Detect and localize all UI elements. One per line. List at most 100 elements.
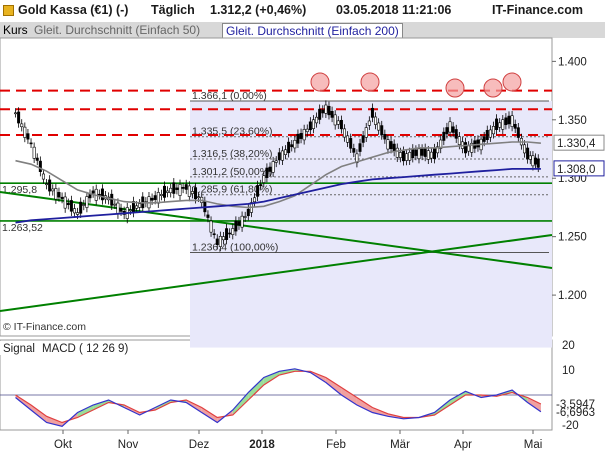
candle-body xyxy=(268,166,272,172)
candle-body xyxy=(159,194,163,196)
candle-body xyxy=(327,105,331,116)
candle-body xyxy=(128,209,132,212)
candle-body xyxy=(221,236,225,241)
fibonacci-label: 1.301,2 (50,00%) xyxy=(192,166,273,178)
candle-body xyxy=(302,129,306,141)
candle-body xyxy=(69,200,73,212)
candle-body xyxy=(252,197,256,203)
candle-body xyxy=(523,144,527,154)
candle-body xyxy=(166,190,170,193)
candle-body xyxy=(51,188,55,192)
y-tick-label: 1.200 xyxy=(558,290,587,302)
candle-body xyxy=(178,184,182,196)
candle-body xyxy=(364,127,368,138)
candle-body xyxy=(336,120,340,125)
candle-body xyxy=(79,201,83,214)
candle-body xyxy=(451,126,455,133)
top-marker xyxy=(483,78,503,98)
candle-body xyxy=(352,148,356,153)
candle-body xyxy=(299,133,303,139)
candle-body xyxy=(445,127,449,135)
candle-body xyxy=(513,123,517,129)
candle-body xyxy=(321,109,325,114)
candle-body xyxy=(423,148,427,157)
candle-body xyxy=(225,228,229,240)
fibonacci-label: 1.316,5 (38,20%) xyxy=(192,148,273,160)
macd-value: -6,6963 xyxy=(556,407,595,419)
candle-body xyxy=(380,125,384,136)
candle-body xyxy=(271,161,275,173)
candle-body xyxy=(377,122,381,131)
candle-body xyxy=(256,185,260,197)
candle-body xyxy=(119,208,123,212)
candle-body xyxy=(330,111,334,118)
chart-canvas: 1.366,1 (0,00%)1.335,5 (23,60%)1.316,5 (… xyxy=(0,37,605,451)
candle-body xyxy=(231,228,235,235)
candle-body xyxy=(349,138,353,149)
candle-body xyxy=(175,187,179,190)
candle-body xyxy=(367,120,371,126)
y-tick-label: 1.400 xyxy=(558,56,587,68)
candle-body xyxy=(60,196,64,199)
candle-body xyxy=(467,145,471,152)
candle-body xyxy=(63,196,67,209)
watermark: © IT-Finance.com xyxy=(3,321,86,333)
candle-body xyxy=(197,196,201,198)
candle-body xyxy=(135,205,139,209)
candle-body xyxy=(206,214,210,218)
candle-body xyxy=(72,208,76,214)
x-tick-label: Nov xyxy=(118,439,139,451)
sma50-value: 1.330,4 xyxy=(557,138,596,150)
candle-body xyxy=(215,238,219,245)
candle-body xyxy=(395,147,399,158)
x-tick-label: 2018 xyxy=(249,439,275,451)
candle-body xyxy=(333,114,337,126)
candle-body xyxy=(32,146,36,159)
candle-body xyxy=(243,216,247,218)
candle-body xyxy=(386,139,390,150)
candle-body xyxy=(401,150,405,162)
candle-body xyxy=(181,187,185,189)
candle-body xyxy=(324,104,328,114)
candle-body xyxy=(240,215,244,228)
candle-body xyxy=(85,196,89,208)
candle-body xyxy=(14,112,18,115)
candle-body xyxy=(315,116,319,124)
candle-body xyxy=(35,157,39,161)
candle-body xyxy=(516,127,520,138)
x-tick-label: Okt xyxy=(54,439,73,451)
candle-body xyxy=(138,203,142,208)
candle-body xyxy=(389,141,393,149)
top-marker xyxy=(310,72,330,92)
candle-body xyxy=(169,187,173,194)
candle-body xyxy=(296,133,300,144)
candle-body xyxy=(26,133,30,140)
candle-body xyxy=(442,131,446,141)
candle-body xyxy=(100,188,104,201)
candle-body xyxy=(426,150,430,160)
candle-body xyxy=(429,151,433,159)
candle-body xyxy=(82,204,86,206)
y-tick-label: 1.350 xyxy=(558,115,587,127)
candle-body xyxy=(280,150,284,161)
macd-y-tick: -20 xyxy=(562,420,579,432)
candle-body xyxy=(398,152,402,158)
candle-body xyxy=(116,202,120,215)
x-tick-label: Apr xyxy=(454,439,472,451)
candle-body xyxy=(17,111,21,124)
candle-body xyxy=(501,119,505,130)
macd-y-tick: 20 xyxy=(562,340,575,352)
candle-body xyxy=(339,119,343,130)
candle-body xyxy=(488,129,492,138)
candle-body xyxy=(464,142,468,154)
x-tick-label: Dez xyxy=(189,439,210,451)
candle-body xyxy=(358,143,362,152)
candle-body xyxy=(408,152,412,161)
candle-body xyxy=(277,152,281,161)
fibonacci-zone xyxy=(190,100,552,348)
candle-body xyxy=(259,184,263,186)
candle-body xyxy=(262,175,266,183)
candle-body xyxy=(113,203,117,206)
candle-body xyxy=(318,108,322,120)
candle-body xyxy=(311,119,315,129)
